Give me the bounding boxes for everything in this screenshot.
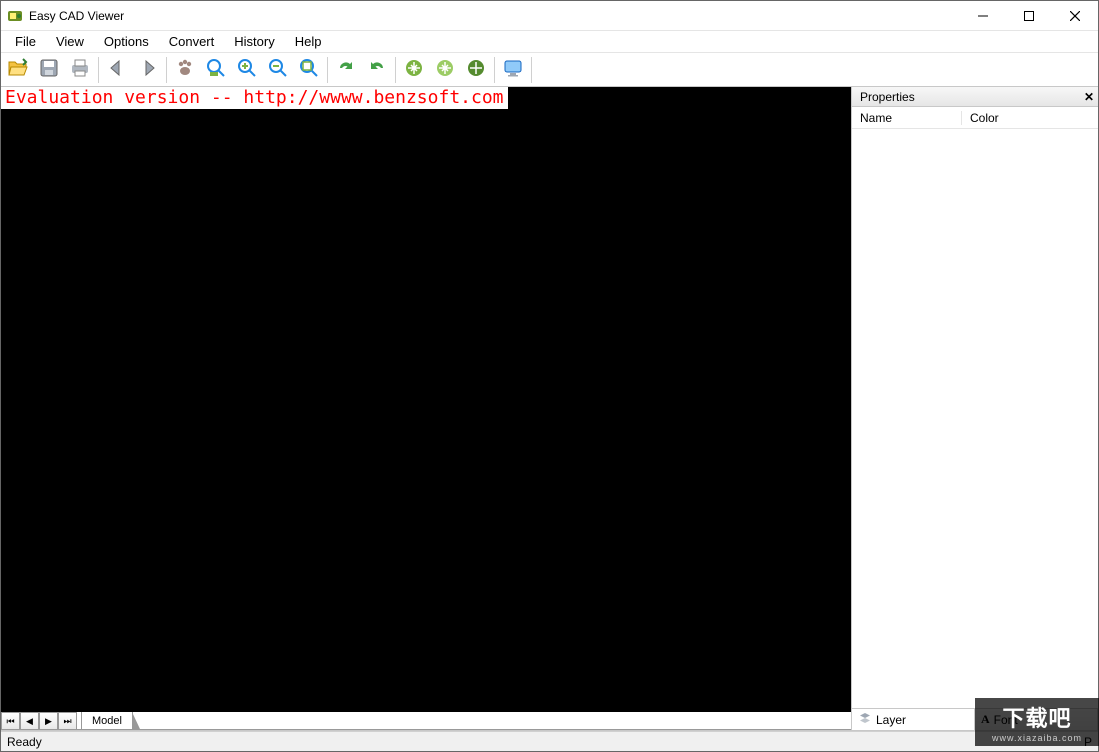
app-title: Easy CAD Viewer xyxy=(29,9,124,23)
save-button[interactable] xyxy=(34,55,64,85)
redo-icon xyxy=(334,56,358,83)
menubar: File View Options Convert History Help xyxy=(1,31,1098,53)
tab-first-button[interactable]: ⏮ xyxy=(1,712,20,730)
column-color[interactable]: Color xyxy=(962,111,1098,125)
zoom-in-button[interactable] xyxy=(232,55,262,85)
redo-button[interactable] xyxy=(331,55,361,85)
open-icon xyxy=(6,56,30,83)
toolbar-separator xyxy=(327,57,329,83)
properties-tabs: Layer A Font xyxy=(852,708,1098,730)
menu-convert[interactable]: Convert xyxy=(159,32,225,51)
zoom-window-icon xyxy=(297,56,321,83)
zoom-extents-button[interactable] xyxy=(201,55,231,85)
properties-columns: Name Color xyxy=(852,107,1098,129)
menu-file[interactable]: File xyxy=(5,32,46,51)
menu-options[interactable]: Options xyxy=(94,32,159,51)
drawing-canvas[interactable]: Evaluation version -- http://wwww.benzso… xyxy=(1,87,851,712)
forward-icon xyxy=(136,56,160,83)
rotate-cw-icon xyxy=(402,56,426,83)
forward-button[interactable] xyxy=(133,55,163,85)
tab-font[interactable]: A Font xyxy=(975,709,1098,730)
tab-label: Model xyxy=(92,715,122,727)
back-button[interactable] xyxy=(102,55,132,85)
print-button[interactable] xyxy=(65,55,95,85)
statusbar: Ready P xyxy=(1,731,1098,751)
tab-prev-button[interactable]: ◀ xyxy=(20,712,39,730)
toolbar-separator xyxy=(98,57,100,83)
column-name[interactable]: Name xyxy=(852,111,962,125)
tab-model[interactable]: Model xyxy=(81,712,133,730)
properties-body xyxy=(852,129,1098,708)
zoom-in-icon xyxy=(235,56,259,83)
titlebar: Easy CAD Viewer xyxy=(1,1,1098,31)
window-close-button[interactable] xyxy=(1052,1,1098,31)
undo-icon xyxy=(365,56,389,83)
model-tabstrip: ⏮ ◀ ▶ ⏭ Model xyxy=(1,712,851,730)
rotate-cw-button[interactable] xyxy=(399,55,429,85)
undo-button[interactable] xyxy=(362,55,392,85)
save-icon xyxy=(37,56,61,83)
menu-view[interactable]: View xyxy=(46,32,94,51)
menu-help[interactable]: Help xyxy=(285,32,332,51)
window-maximize-button[interactable] xyxy=(1006,1,1052,31)
tab-layer-label: Layer xyxy=(876,713,906,727)
toolbar-separator xyxy=(395,57,397,83)
tab-font-label: Font xyxy=(994,713,1018,727)
toolbar-separator xyxy=(166,57,168,83)
toolbar-separator xyxy=(494,57,496,83)
properties-panel: Properties ✕ Name Color Layer A Font xyxy=(852,87,1098,730)
about-button[interactable] xyxy=(498,55,528,85)
layers-icon xyxy=(858,711,872,728)
app-icon xyxy=(7,8,23,24)
toolbar xyxy=(1,53,1098,87)
pan-button[interactable] xyxy=(170,55,200,85)
rotate-ccw-icon xyxy=(433,56,457,83)
zoom-window-button[interactable] xyxy=(294,55,324,85)
monitor-icon xyxy=(501,56,525,83)
open-button[interactable] xyxy=(3,55,33,85)
zoom-out-button[interactable] xyxy=(263,55,293,85)
view-reset-icon xyxy=(464,56,488,83)
tab-last-button[interactable]: ⏭ xyxy=(58,712,77,730)
font-icon: A xyxy=(981,712,990,727)
view-reset-button[interactable] xyxy=(461,55,491,85)
evaluation-banner: Evaluation version -- http://wwww.benzso… xyxy=(1,87,508,109)
status-right: P xyxy=(1084,735,1092,749)
zoom-out-icon xyxy=(266,56,290,83)
properties-header: Properties ✕ xyxy=(852,87,1098,107)
window-minimize-button[interactable] xyxy=(960,1,1006,31)
status-text: Ready xyxy=(7,735,42,749)
rotate-ccw-button[interactable] xyxy=(430,55,460,85)
print-icon xyxy=(68,56,92,83)
toolbar-separator xyxy=(531,57,533,83)
tab-layer[interactable]: Layer xyxy=(852,709,975,730)
properties-title: Properties xyxy=(860,90,915,104)
paw-icon xyxy=(173,56,197,83)
tab-next-button[interactable]: ▶ xyxy=(39,712,58,730)
menu-history[interactable]: History xyxy=(224,32,284,51)
back-icon xyxy=(105,56,129,83)
properties-close-button[interactable]: ✕ xyxy=(1080,90,1098,104)
zoom-extents-icon xyxy=(204,56,228,83)
